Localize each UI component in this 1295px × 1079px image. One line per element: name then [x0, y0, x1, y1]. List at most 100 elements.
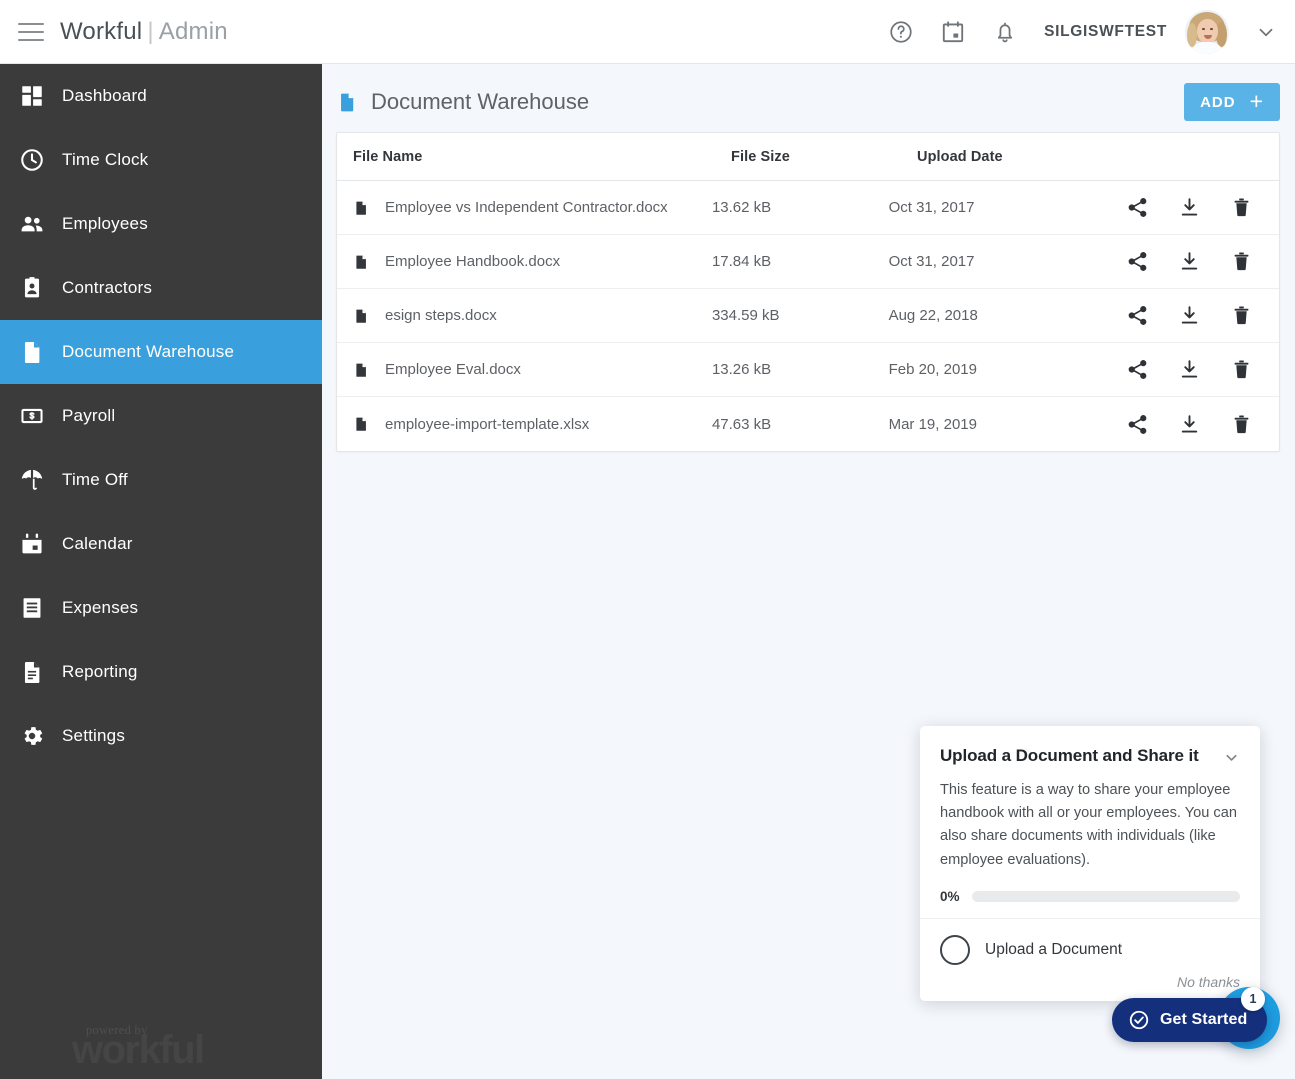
documents-table: File Name File Size Upload Date Employee… [336, 132, 1280, 452]
avatar[interactable] [1185, 9, 1229, 54]
receipt-icon [18, 594, 46, 622]
hamburger-menu-icon[interactable] [18, 22, 44, 41]
sidebar-item-label: Calendar [62, 534, 133, 553]
share-icon[interactable] [1126, 250, 1149, 273]
file-size: 13.62 kB [711, 199, 772, 216]
sidebar-item-label: Dashboard [62, 86, 147, 105]
sidebar-item-contractors[interactable]: Contractors [0, 256, 322, 320]
download-icon[interactable] [1178, 304, 1201, 327]
onboarding-popup: Upload a Document and Share it This feat… [920, 726, 1260, 1001]
page-header: Document Warehouse ADD + [322, 64, 1295, 126]
sidebar-item-calendar[interactable]: Calendar [0, 512, 322, 576]
money-bill-icon [18, 402, 46, 430]
share-icon[interactable] [1126, 413, 1149, 436]
download-icon[interactable] [1178, 413, 1201, 436]
trash-icon[interactable] [1230, 196, 1253, 219]
clock-icon [18, 146, 46, 174]
upload-date: Mar 19, 2019 [888, 415, 977, 433]
popup-description: This feature is a way to share your empl… [940, 782, 1237, 868]
share-icon[interactable] [1126, 304, 1149, 327]
popup-footer: Upload a Document No thanks [920, 917, 1260, 1001]
table-row[interactable]: Employee vs Independent Contractor.docx … [337, 181, 1279, 235]
share-icon[interactable] [1126, 196, 1149, 219]
file-size: 17.84 kB [711, 253, 772, 270]
sidebar-item-label: Employees [62, 214, 148, 233]
get-started-label: Get Started [1160, 1011, 1248, 1028]
top-bar: Workful | Admin SILGISWFTEST [0, 0, 1295, 64]
calendar-icon[interactable] [940, 19, 966, 45]
table-row[interactable]: Employee Eval.docx 13.26 kB Feb 20, 2019 [337, 343, 1279, 397]
file-document-icon [353, 414, 369, 434]
sidebar-item-time-clock[interactable]: Time Clock [0, 128, 322, 192]
sidebar-item-label: Document Warehouse [62, 342, 235, 361]
file-document-icon [353, 360, 369, 380]
table-header-row: File Name File Size Upload Date [337, 133, 1279, 181]
trash-icon[interactable] [1230, 358, 1253, 381]
upload-date: Aug 22, 2018 [888, 307, 978, 324]
sidebar-item-settings[interactable]: Settings [0, 704, 322, 768]
column-header-file-size: File Size [731, 148, 790, 165]
upload-date: Feb 20, 2019 [888, 361, 977, 378]
trash-icon[interactable] [1230, 413, 1253, 436]
sidebar-item-label: Time Off [62, 470, 128, 489]
powered-by-workful-logo: powered by workful [72, 1023, 205, 1073]
document-icon [18, 338, 46, 366]
chevron-down-icon[interactable] [1223, 749, 1240, 766]
file-size: 13.26 kB [711, 361, 772, 378]
popup-header: Upload a Document and Share it [940, 746, 1240, 766]
file-name: esign steps.docx [385, 307, 497, 324]
popup-title: Upload a Document and Share it [940, 746, 1199, 765]
download-icon[interactable] [1178, 358, 1201, 381]
document-icon [336, 89, 358, 115]
file-name: employee-import-template.xlsx [385, 415, 590, 433]
file-document-icon [353, 198, 369, 218]
radio-unchecked-icon[interactable] [940, 934, 970, 965]
sidebar-item-payroll[interactable]: Payroll [0, 384, 322, 448]
table-row[interactable]: esign steps.docx 334.59 kB Aug 22, 2018 [337, 289, 1279, 343]
file-document-icon [353, 252, 369, 272]
brand-separator: | [147, 17, 154, 45]
upload-date: Oct 31, 2017 [888, 199, 975, 216]
sidebar-item-dashboard[interactable]: Dashboard [0, 64, 322, 128]
add-button[interactable]: ADD + [1184, 83, 1280, 121]
upload-date: Oct 31, 2017 [888, 253, 975, 270]
upload-document-label: Upload a Document [985, 940, 1122, 958]
account-chevron-down-icon[interactable] [1255, 21, 1277, 43]
file-name: Employee Eval.docx [385, 361, 521, 378]
sidebar-item-expenses[interactable]: Expenses [0, 576, 322, 640]
plus-icon: + [1249, 87, 1264, 114]
download-icon[interactable] [1178, 196, 1201, 219]
file-name: Employee Handbook.docx [385, 253, 561, 270]
brand-suffix: Admin [158, 17, 228, 45]
table-row[interactable]: employee-import-template.xlsx 47.63 kB M… [337, 397, 1279, 451]
sidebar-item-document-warehouse[interactable]: Document Warehouse [0, 320, 322, 384]
app-brand: Workful | Admin [60, 18, 228, 46]
trash-icon[interactable] [1230, 250, 1253, 273]
umbrella-icon [18, 466, 46, 494]
progress-row: 0% [940, 889, 1240, 904]
sidebar-item-label: Reporting [62, 662, 138, 681]
sidebar-item-label: Settings [62, 726, 126, 745]
calendar-icon [18, 530, 46, 558]
sidebar-item-reporting[interactable]: Reporting [0, 640, 322, 704]
share-icon[interactable] [1126, 358, 1149, 381]
trash-icon[interactable] [1230, 304, 1253, 327]
table-row[interactable]: Employee Handbook.docx 17.84 kB Oct 31, … [337, 235, 1279, 289]
top-bar-actions: SILGISWFTEST [888, 9, 1295, 54]
sidebar-item-time-off[interactable]: Time Off [0, 448, 322, 512]
sidebar-item-employees[interactable]: Employees [0, 192, 322, 256]
download-icon[interactable] [1178, 250, 1201, 273]
add-button-label: ADD [1200, 93, 1236, 111]
page-title: Document Warehouse [371, 89, 590, 114]
id-badge-icon [18, 274, 46, 302]
report-document-icon [18, 658, 46, 686]
help-circle-icon[interactable] [888, 19, 914, 45]
bell-icon[interactable] [992, 19, 1018, 45]
sidebar-item-label: Expenses [62, 598, 139, 617]
get-started-badge: 1 [1241, 987, 1265, 1011]
no-thanks-link[interactable]: No thanks [940, 974, 1240, 990]
upload-document-step[interactable]: Upload a Document [940, 934, 1240, 965]
progress-percent-label: 0% [940, 888, 960, 904]
dashboard-grid-icon [18, 82, 46, 110]
username-label: SILGISWFTEST [1044, 22, 1167, 40]
